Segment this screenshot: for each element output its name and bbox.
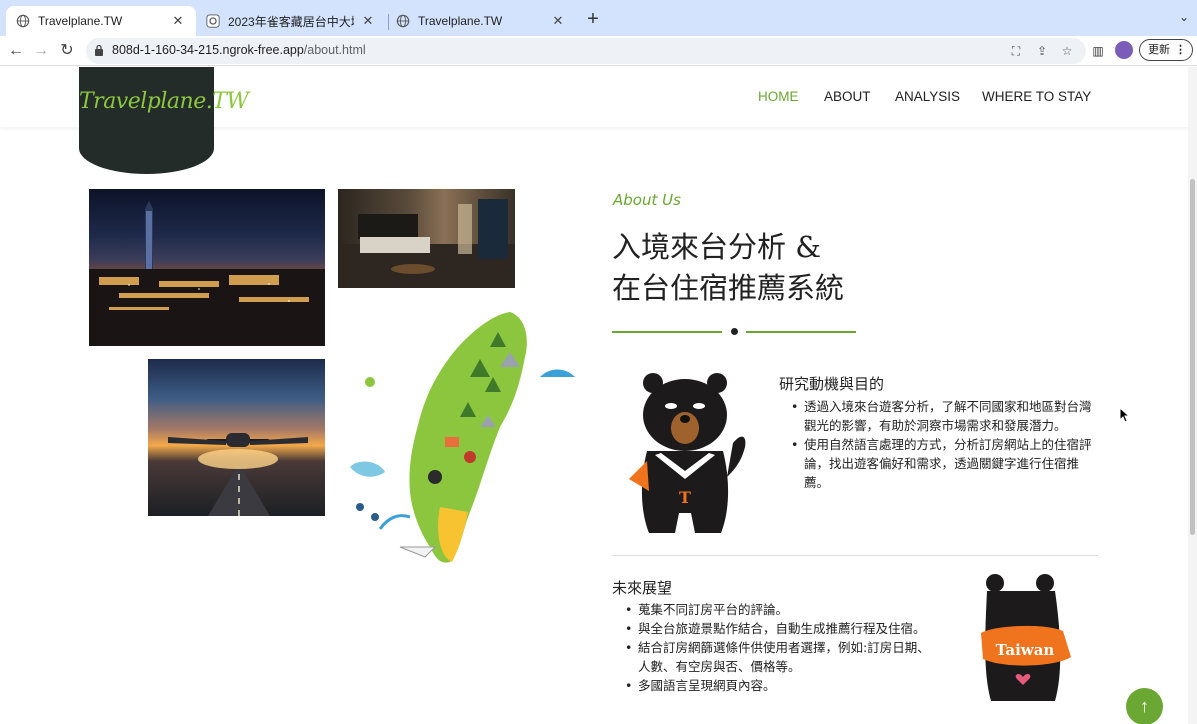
title-line-2: 在台住宿推薦系統 [612,271,845,305]
list-item: 使用自然語言處理的方式，分析訂房網站上的住宿評論，找出遊客偏好和需求，透過關鍵字… [788,435,1100,492]
side-panel-icon[interactable]: ▥ [1089,42,1107,60]
avatar[interactable] [1115,41,1133,59]
url-path: /about.html [303,43,366,57]
motivation-heading: 研究動機與目的 [779,375,885,393]
mascot-shirt-letter: T [679,488,691,507]
divider-dot [731,328,738,335]
future-heading: 未來展望 [612,579,673,597]
browser-tab-active[interactable]: Travelplane.TW ✕ [6,6,196,36]
nav-analysis[interactable]: ANALYSIS [895,89,960,104]
star-icon[interactable]: ☆ [1059,43,1075,59]
new-tab-button[interactable]: + [582,9,604,31]
back-arrow-icon[interactable]: ← [5,40,27,62]
url-text: 808d-1-160-34-215.ngrok-free.app/about.h… [112,43,366,57]
list-item: 蒐集不同訂房平台的評論。 [622,600,937,619]
chevron-down-icon[interactable]: ⌄ [1179,10,1189,24]
translate-icon[interactable]: ⛶ [1008,43,1024,59]
close-icon[interactable]: ✕ [170,13,186,29]
motivation-list: 透過入境來台遊客分析，了解不同國家和地區對台灣觀光的影響，有助於洞察市場需求和發… [788,397,1100,492]
list-item: 結合訂房網篩選條件供使用者選擇，例如:訂房日期、人數、有空房與否、價格等。 [622,638,937,676]
future-list: 蒐集不同訂房平台的評論。 與全台旅遊景點作結合，自動生成推薦行程及住宿。 結合訂… [622,600,937,695]
section-divider [612,555,1098,556]
close-icon[interactable]: ✕ [550,13,566,29]
mascot-scarf-text: Taiwan [996,641,1055,659]
nav-home[interactable]: HOME [758,89,799,104]
divider-right [746,331,856,333]
tab-title: Travelplane.TW [38,14,123,28]
tab-title: 2023年雀客藏居台中大墩最新房 [228,14,354,29]
tab-title: Travelplane.TW [418,14,503,28]
page-viewport: HOME ABOUT ANALYSIS WHERE TO STAY Travel… [0,67,1188,724]
scrollbar-thumb[interactable] [1190,179,1195,535]
forward-arrow-icon[interactable]: → [30,40,52,62]
lock-icon [95,44,103,56]
site-favicon-icon [206,14,220,28]
browser-tab[interactable]: Travelplane.TW ✕ [386,6,576,36]
share-icon[interactable]: ⇪ [1034,43,1050,59]
hotel-room-photo [338,189,515,288]
logo-text: Travelplane.TW [79,89,249,114]
svg-text:×: × [682,510,687,520]
list-item: 透過入境來台遊客分析，了解不同國家和地區對台灣觀光的影響，有助於洞察市場需求和發… [788,397,1100,435]
reload-icon[interactable]: ↻ [56,40,78,62]
formosan-bear-mascot-waving: T × [629,373,746,533]
page-title: 入境來台分析 & 在台住宿推薦系統 [612,227,844,309]
list-item: 多國語言呈現網頁內容。 [622,676,937,695]
more-vert-icon[interactable]: ⋮ [1175,40,1186,60]
close-icon[interactable]: ✕ [360,13,376,29]
title-line-1: 入境來台分析 & [612,230,822,264]
nav-where-to-stay[interactable]: WHERE TO STAY [982,89,1091,104]
address-bar[interactable]: 808d-1-160-34-215.ngrok-free.app/about.h… [86,38,1086,64]
update-button[interactable]: 更新 ⋮ [1139,39,1193,61]
airplane-runway-photo [148,359,325,516]
site-logo[interactable]: Travelplane.TW [79,67,249,174]
page-scrollbar[interactable] [1188,67,1197,724]
divider-left [612,331,722,333]
taiwan-illustrated-map [350,312,575,563]
globe-icon [16,14,30,28]
mouse-cursor-icon [1119,407,1131,423]
about-us-eyebrow: About Us [613,191,681,209]
globe-icon [396,14,410,28]
nav-about[interactable]: ABOUT [824,89,871,104]
list-item: 與全台旅遊景點作結合，自動生成推薦行程及住宿。 [622,619,937,638]
browser-tab-strip: Travelplane.TW ✕ 2023年雀客藏居台中大墩最新房 ✕ Trav… [0,0,1197,36]
browser-tab[interactable]: 2023年雀客藏居台中大墩最新房 ✕ [196,6,386,36]
browser-toolbar: ← → ↻ 808d-1-160-34-215.ngrok-free.app/a… [0,36,1197,66]
back-to-top-button[interactable]: ↑ [1126,688,1163,724]
taipei-city-night-photo [89,189,325,346]
update-label: 更新 [1148,44,1170,56]
formosan-bear-mascot-back: Taiwan [981,574,1071,701]
url-host: 808d-1-160-34-215.ngrok-free.app [112,43,304,57]
